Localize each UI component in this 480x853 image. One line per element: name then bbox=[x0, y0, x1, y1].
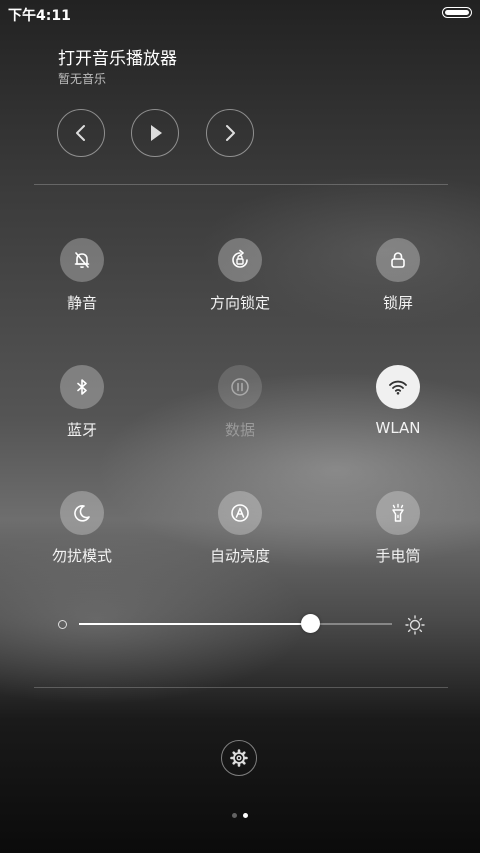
toggle-label: 蓝牙 bbox=[66, 421, 97, 439]
flashlight-icon bbox=[392, 503, 404, 522]
auto-brightness-icon bbox=[231, 504, 249, 522]
toggle-label: WLAN bbox=[375, 419, 421, 437]
toggle-label: 数据 bbox=[224, 421, 255, 439]
data-icon bbox=[231, 378, 249, 396]
toggle-auto-brightness[interactable]: 自动亮度 bbox=[180, 491, 300, 566]
toggle-mobile-data[interactable]: 数据 bbox=[180, 365, 300, 440]
brightness-low-icon bbox=[58, 620, 67, 629]
brightness-thumb[interactable] bbox=[301, 614, 321, 633]
toggle-circle bbox=[376, 491, 420, 535]
next-track-button[interactable] bbox=[206, 109, 254, 157]
status-bar: 下午4:11 bbox=[0, 0, 480, 28]
page-indicator bbox=[230, 812, 250, 820]
toggle-label: 静音 bbox=[66, 294, 97, 312]
sun-icon bbox=[405, 615, 425, 635]
toggle-label: 自动亮度 bbox=[209, 547, 270, 565]
rotation-lock-icon bbox=[232, 249, 248, 268]
chevron-right-icon bbox=[226, 125, 235, 141]
toggle-circle bbox=[376, 365, 420, 409]
brightness-slider[interactable] bbox=[56, 610, 426, 640]
toggle-lock-screen[interactable]: 锁屏 bbox=[338, 238, 458, 313]
toggle-circle bbox=[60, 491, 104, 535]
toggle-circle bbox=[218, 365, 262, 409]
lock-icon bbox=[391, 252, 405, 268]
chevron-left-icon bbox=[76, 125, 85, 141]
bell-off-icon bbox=[74, 252, 90, 269]
battery-level bbox=[445, 10, 469, 15]
gear-icon bbox=[230, 749, 248, 767]
music-player-subtitle: 暂无音乐 bbox=[58, 72, 107, 86]
battery-icon bbox=[442, 7, 472, 18]
toggle-flashlight[interactable]: 手电筒 bbox=[338, 491, 458, 566]
toggle-label: 方向锁定 bbox=[209, 294, 270, 312]
toggle-label: 锁屏 bbox=[382, 294, 413, 312]
toggle-mute[interactable]: 静音 bbox=[22, 238, 142, 313]
play-button[interactable] bbox=[131, 109, 179, 157]
toggle-circle bbox=[60, 365, 104, 409]
previous-track-button[interactable] bbox=[57, 109, 105, 157]
status-time: 下午4:11 bbox=[8, 8, 71, 24]
brightness-track[interactable] bbox=[79, 623, 392, 625]
divider bbox=[34, 184, 448, 185]
page-dot bbox=[243, 813, 248, 818]
play-icon bbox=[151, 125, 162, 141]
bluetooth-icon bbox=[77, 379, 87, 395]
moon-icon bbox=[74, 505, 90, 522]
wifi-icon bbox=[389, 380, 407, 395]
settings-button[interactable] bbox=[221, 740, 257, 776]
toggle-circle bbox=[60, 238, 104, 282]
brightness-fill bbox=[79, 623, 311, 625]
toggle-label: 手电筒 bbox=[375, 547, 421, 565]
music-player-title[interactable]: 打开音乐播放器 bbox=[58, 44, 177, 69]
toggle-label: 勿扰模式 bbox=[51, 547, 112, 565]
toggle-do-not-disturb[interactable]: 勿扰模式 bbox=[22, 491, 142, 566]
toggle-wlan[interactable]: WLAN bbox=[338, 365, 458, 437]
page-dot bbox=[232, 813, 237, 818]
toggle-circle bbox=[218, 491, 262, 535]
toggle-circle bbox=[376, 238, 420, 282]
divider bbox=[34, 687, 448, 688]
toggle-bluetooth[interactable]: 蓝牙 bbox=[22, 365, 142, 440]
toggle-circle bbox=[218, 238, 262, 282]
toggle-rotation-lock[interactable]: 方向锁定 bbox=[180, 238, 300, 313]
